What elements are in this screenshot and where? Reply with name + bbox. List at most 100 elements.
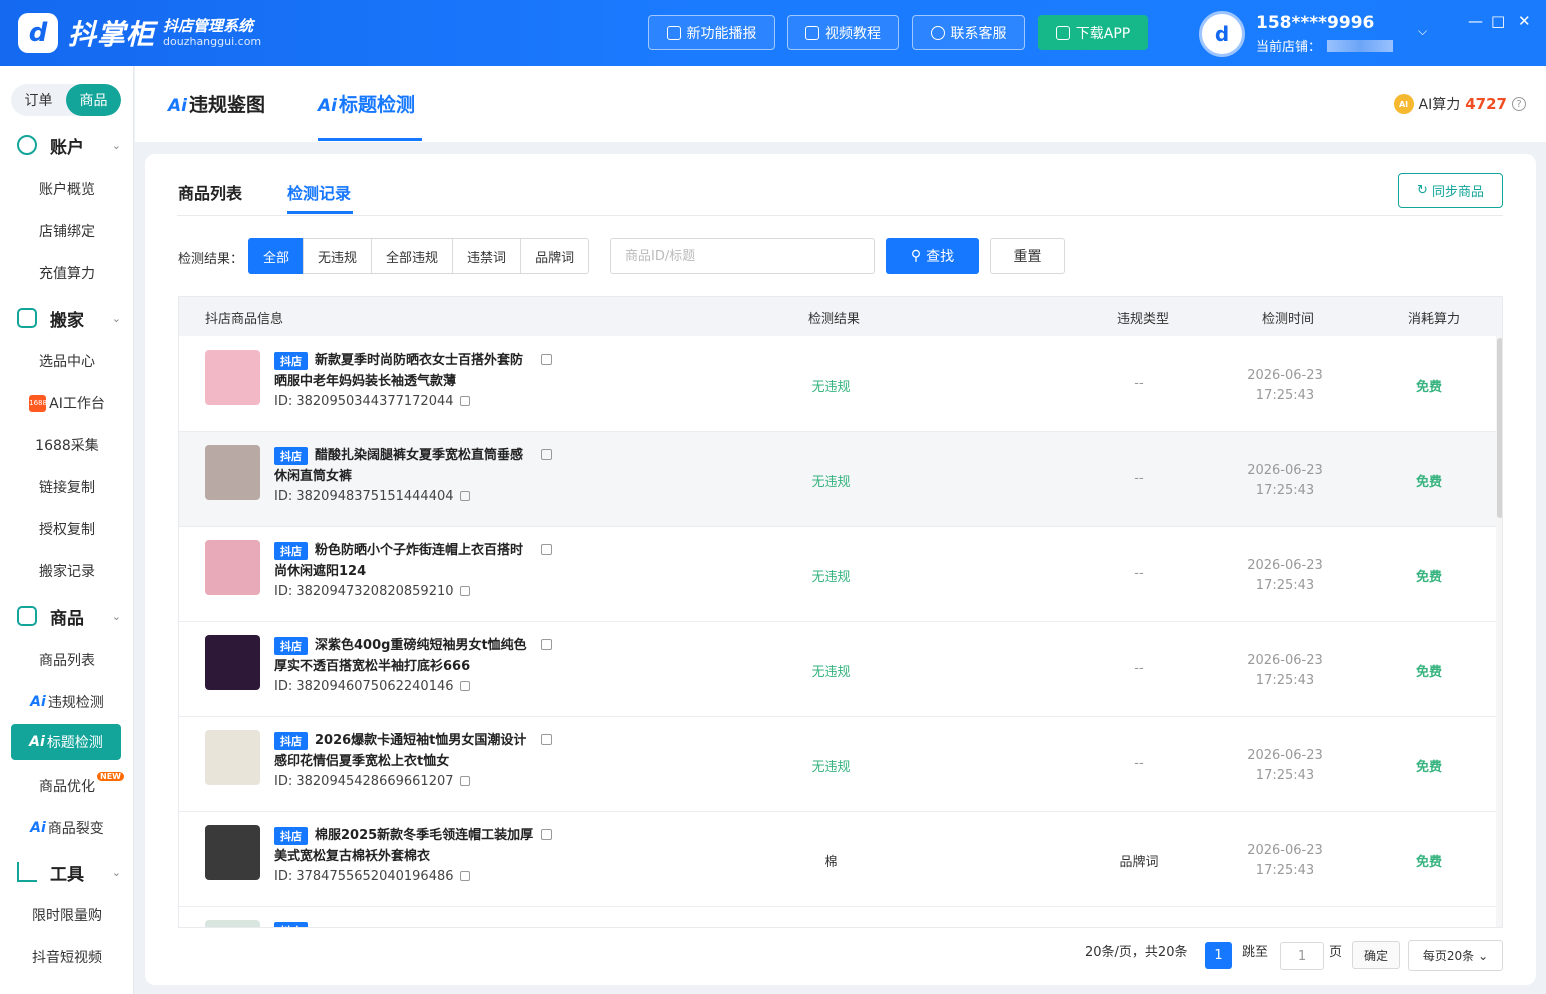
sidebar-item-limited-sale[interactable]: 限时限量购 — [0, 897, 134, 933]
shop-name-blurred — [1327, 39, 1394, 52]
top-tab-bar: Ai 违规鉴图 Ai 标题检测 AI AI算力 4727 ? — [135, 66, 1546, 142]
copy-icon[interactable] — [541, 734, 552, 745]
coin-icon: AI — [1393, 94, 1414, 114]
sidebar-item-violation-check[interactable]: Ai 违规检测 — [0, 684, 134, 720]
video-tutorial-button[interactable]: 视频教程 — [787, 15, 899, 50]
user-info[interactable]: d 158****9996 当前店铺： — [1199, 11, 1394, 57]
product-id: ID: 3820950344377172044 — [274, 394, 470, 409]
copy-icon[interactable] — [459, 491, 470, 501]
active-tab-indicator — [318, 138, 422, 141]
copy-icon[interactable] — [541, 639, 552, 650]
download-app-button[interactable]: 下载APP — [1038, 15, 1148, 50]
table-row[interactable]: 粉色防晒小个子炸街连帽上衣百搭时尚休闲遮阳124 抖店 ID: 38209473… — [179, 527, 1496, 622]
copy-icon[interactable] — [541, 544, 552, 555]
filter-label: 检测结果： — [178, 252, 244, 267]
sidebar-group-account[interactable]: 账户 ⌄ — [0, 130, 134, 160]
sidebar-item-link-copy[interactable]: 链接复制 — [0, 469, 134, 505]
table-row[interactable]: 新款夏季时尚防晒衣女士百搭外套防晒服中老年妈妈装长袖透气款薄 抖店 ID: 38… — [179, 337, 1496, 432]
table-row[interactable]: 深紫色400g重磅纯短袖男女t恤纯色厚实不透百搭宽松半袖打底衫666 抖店 ID… — [179, 622, 1496, 717]
sidebar-item-product-fission[interactable]: Ai 商品裂变 — [0, 810, 134, 846]
contact-support-button[interactable]: 联系客服 — [912, 15, 1025, 50]
filter-banned-word[interactable]: 违禁词 — [452, 238, 522, 274]
confirm-jump-button[interactable]: 确定 — [1352, 941, 1400, 969]
table-scrollbar[interactable] — [1496, 336, 1502, 927]
check-result: 无违规 — [811, 760, 851, 775]
copy-icon[interactable] — [541, 354, 552, 365]
search-input[interactable] — [610, 238, 875, 274]
download-icon — [1055, 25, 1070, 40]
close-icon[interactable]: ✕ — [1518, 12, 1531, 30]
seg-order[interactable]: 订单 — [11, 84, 66, 116]
product-title: 2026爆款卡通短袖t恤男女国潮设计感印花情侣夏季宽松上衣t恤女 — [274, 733, 527, 769]
logo-icon: d — [18, 13, 58, 53]
sidebar-group-tools[interactable]: 工具 ⌄ — [0, 857, 134, 887]
sidebar-item-title-check[interactable]: Ai 标题检测 — [11, 724, 121, 760]
sidebar-item-auth-copy[interactable]: 授权复制 — [0, 511, 134, 547]
filter-all[interactable]: 全部 — [248, 238, 305, 274]
sidebar-group-product[interactable]: 商品 ⌄ — [0, 601, 134, 631]
ai-icon: Ai — [168, 96, 187, 116]
table-row[interactable]: 棉服2025新款冬季毛领连帽工装加厚美式宽松复古棉袄外套棉衣 抖店 ID: 37… — [179, 812, 1496, 907]
filter-no-violation[interactable]: 无违规 — [303, 238, 373, 274]
product-id: ID: 3820947320820859210 — [274, 584, 470, 599]
sidebar-item-recharge[interactable]: 充值算力 — [0, 255, 134, 291]
product-thumbnail — [205, 445, 260, 500]
sidebar-item-product-list[interactable]: 商品列表 — [0, 642, 134, 678]
new-features-button[interactable]: 新功能播报 — [648, 15, 775, 50]
page-1-button[interactable]: 1 — [1205, 942, 1232, 969]
seg-product[interactable]: 商品 — [66, 84, 121, 116]
chevron-down-icon[interactable]: ⌵ — [1418, 24, 1427, 39]
sync-products-button[interactable]: ↻ 同步商品 — [1398, 173, 1503, 208]
sidebar-item-store-binding[interactable]: 店铺绑定 — [0, 213, 134, 249]
product-title: 新款夏季时尚防晒衣女士百搭外套防晒服中老年妈妈装长袖透气款薄 — [274, 353, 524, 389]
filter-all-violation[interactable]: 全部违规 — [371, 238, 454, 274]
tab-check-records[interactable]: 检测记录 — [287, 180, 351, 204]
violation-type: -- — [1134, 756, 1144, 771]
product-thumbnail — [205, 635, 260, 690]
sidebar-item-1688-collect[interactable]: 1688采集 — [0, 427, 134, 463]
minimize-icon[interactable]: — — [1468, 12, 1483, 30]
help-icon[interactable]: ? — [1512, 97, 1526, 111]
app-logo: d 抖掌柜 抖店管理系统 douzhanggui.com — [18, 13, 261, 53]
sidebar-item-move-records[interactable]: 搬家记录 — [0, 553, 134, 589]
store-icon — [17, 606, 37, 626]
copy-icon[interactable] — [541, 449, 552, 460]
sidebar-item-douyin-video[interactable]: 抖音短视频 — [0, 939, 134, 975]
reset-button[interactable]: 重置 — [990, 238, 1065, 274]
copy-icon[interactable] — [459, 396, 470, 406]
active-subtab-indicator — [287, 211, 353, 214]
copy-icon[interactable] — [459, 776, 470, 786]
tab-product-list[interactable]: 商品列表 — [178, 180, 242, 204]
product-id: ID: 3820948375151444404 — [274, 489, 470, 504]
tab-violation-image[interactable]: Ai 违规鉴图 — [168, 90, 265, 117]
ai-icon: Ai — [30, 820, 46, 836]
scrollbar-thumb[interactable] — [1497, 338, 1502, 518]
search-button[interactable]: ⚲ 查找 — [886, 238, 979, 274]
sidebar-item-selection-center[interactable]: 选品中心 — [0, 343, 134, 379]
page-jump-input[interactable] — [1280, 942, 1324, 970]
tab-title-check[interactable]: Ai 标题检测 — [318, 90, 415, 117]
table-row-partial[interactable]: 抖店 — [179, 907, 1496, 927]
copy-icon[interactable] — [541, 829, 552, 840]
cost: 免费 — [1416, 855, 1443, 870]
headset-icon — [930, 25, 945, 40]
table-row[interactable]: 2026爆款卡通短袖t恤男女国潮设计感印花情侣夏季宽松上衣t恤女 抖店 ID: … — [179, 717, 1496, 812]
page-size-select[interactable]: 每页20条 ⌄ — [1408, 940, 1503, 971]
result-filter-group: 全部 无违规 全部违规 违禁词 品牌词 — [248, 238, 590, 274]
filter-brand-word[interactable]: 品牌词 — [520, 238, 590, 274]
maximize-icon[interactable]: □ — [1491, 12, 1505, 30]
store-tag: 抖店 — [274, 827, 308, 845]
records-table: 抖店商品信息 检测结果 违规类型 检测时间 消耗算力 新款夏季时尚防晒衣女士百搭… — [178, 296, 1503, 928]
copy-icon[interactable] — [459, 681, 470, 691]
ai-icon: Ai — [318, 96, 337, 116]
copy-icon[interactable] — [459, 586, 470, 596]
chevron-down-icon: ⌄ — [111, 609, 121, 623]
ai-power: AI AI算力 4727 ? — [1393, 94, 1526, 114]
sidebar-item-account-overview[interactable]: 账户概览 — [0, 171, 134, 207]
sidebar-group-move[interactable]: 搬家 ⌄ — [0, 303, 134, 333]
col-check-time: 检测时间 — [1262, 312, 1315, 327]
copy-icon[interactable] — [459, 871, 470, 881]
sidebar-item-ai-workbench[interactable]: 1688 AI工作台 — [0, 385, 134, 421]
table-row[interactable]: 醋酸扎染阔腿裤女夏季宽松直筒垂感休闲直筒女裤 抖店 ID: 3820948375… — [179, 432, 1496, 527]
sidebar-item-product-optimize[interactable]: 商品优化 NEW — [0, 768, 134, 804]
